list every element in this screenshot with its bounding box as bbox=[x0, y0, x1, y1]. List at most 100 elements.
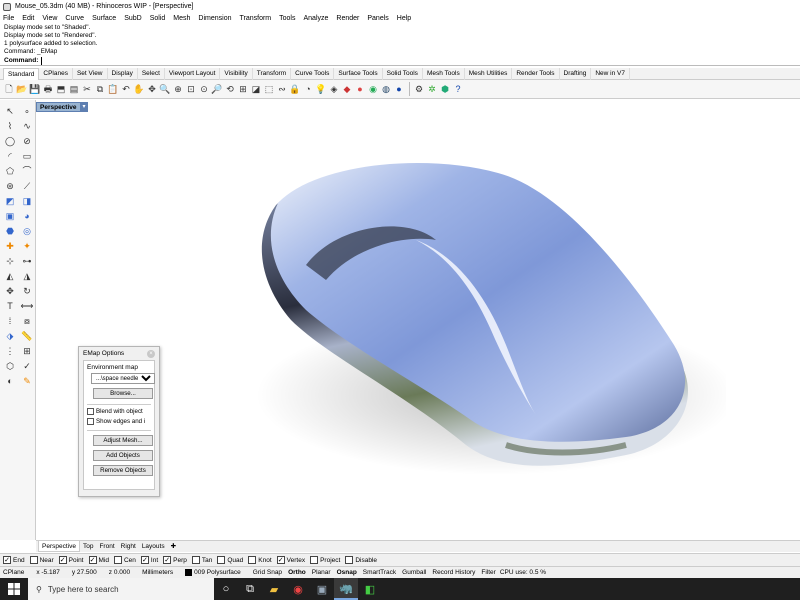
rendered-mode-icon[interactable]: ◉ bbox=[367, 83, 379, 95]
properties-icon[interactable]: ▤ bbox=[68, 83, 80, 95]
rotate-icon[interactable]: ↻ bbox=[20, 284, 34, 297]
cplane-icon[interactable]: ◪ bbox=[250, 83, 262, 95]
current-layer[interactable]: 009 Polysurface bbox=[185, 568, 241, 576]
import-icon[interactable]: ⬒ bbox=[55, 83, 67, 95]
osnap-vertex[interactable]: ✓ Vertex bbox=[276, 556, 305, 564]
environment-map-select[interactable]: ...\space needle... bbox=[91, 373, 155, 384]
chrome-mouse-model[interactable] bbox=[206, 145, 726, 505]
tab-cplanes[interactable]: CPlanes bbox=[39, 67, 73, 80]
osnap-project[interactable]: Project bbox=[310, 556, 340, 564]
planar-toggle[interactable]: Planar bbox=[312, 569, 331, 576]
checkbox-checked[interactable]: ✓ bbox=[58, 556, 67, 564]
chevron-down-icon[interactable]: ▾ bbox=[80, 102, 88, 112]
osnap-disable[interactable]: Disable bbox=[345, 556, 377, 564]
filter-toggle[interactable]: Filter bbox=[481, 569, 495, 576]
osnap-perp[interactable]: ✓ Perp bbox=[163, 556, 187, 564]
block-icon[interactable]: ⧇ bbox=[20, 314, 34, 327]
extrude-icon[interactable]: ◨ bbox=[20, 194, 34, 207]
checkbox-unchecked[interactable] bbox=[113, 556, 122, 564]
sphere-icon[interactable]: ◕ bbox=[20, 209, 34, 222]
osnap-near[interactable]: Near bbox=[29, 556, 54, 564]
osnap-knot[interactable]: Knot bbox=[248, 556, 272, 564]
tab-transform[interactable]: Transform bbox=[253, 67, 292, 80]
fillet-edge-icon[interactable]: ◭ bbox=[3, 269, 17, 282]
zoom-all-icon[interactable]: 🔎 bbox=[211, 83, 223, 95]
app-icon[interactable]: ▣ bbox=[310, 578, 334, 600]
rotate-view-icon[interactable]: ✥ bbox=[146, 83, 158, 95]
osnap-quad[interactable]: Quad bbox=[217, 556, 243, 564]
osnap-point[interactable]: ✓ Point bbox=[58, 556, 84, 564]
options-icon[interactable]: ⚙ bbox=[413, 83, 425, 95]
tab-render-tools[interactable]: Render Tools bbox=[512, 67, 560, 80]
osnap-tan[interactable]: Tan bbox=[191, 556, 212, 564]
viewport-tab-front[interactable]: Front bbox=[96, 541, 117, 552]
undo-icon[interactable]: ↶ bbox=[120, 83, 132, 95]
cplane-indicator[interactable]: CPlane bbox=[3, 569, 24, 576]
subd-icon[interactable]: ◎ bbox=[20, 224, 34, 237]
render-icon[interactable]: ⬡ bbox=[3, 359, 17, 372]
menu-edit[interactable]: Edit bbox=[22, 15, 34, 22]
menu-render[interactable]: Render bbox=[336, 15, 359, 22]
tab-drafting[interactable]: Drafting bbox=[560, 67, 592, 80]
dimension-icon[interactable]: ⟷ bbox=[20, 299, 34, 312]
viewport-tab-top[interactable]: Top bbox=[80, 541, 96, 552]
explode-icon[interactable]: ⊹ bbox=[3, 254, 17, 267]
pan-icon[interactable]: ✋ bbox=[133, 83, 145, 95]
checkbox-checked[interactable]: ✓ bbox=[276, 556, 285, 564]
osnap-int[interactable]: ✓ Int bbox=[140, 556, 158, 564]
lock-icon[interactable]: 🔒 bbox=[289, 83, 301, 95]
blend-with-object-checkbox[interactable]: Blend with object bbox=[87, 408, 151, 415]
smarttrack-toggle[interactable]: SmartTrack bbox=[363, 569, 396, 576]
tab-set-view[interactable]: Set View bbox=[73, 67, 108, 80]
open-file-icon[interactable]: 📂 bbox=[16, 83, 28, 95]
chrome-icon[interactable]: ◉ bbox=[286, 578, 310, 600]
new-file-icon[interactable]: 🗋 bbox=[3, 83, 15, 95]
menu-file[interactable]: File bbox=[3, 15, 14, 22]
color-wheel-icon[interactable]: ● bbox=[354, 83, 366, 95]
select-filter-icon[interactable]: ⬚ bbox=[263, 83, 275, 95]
move-icon[interactable]: ✥ bbox=[3, 284, 17, 297]
paste-icon[interactable]: 📋 bbox=[107, 83, 119, 95]
taskbar-search-box[interactable]: ⚲ Type here to search bbox=[28, 578, 214, 600]
trim-icon[interactable]: ⟋ bbox=[20, 179, 34, 192]
cut-icon[interactable]: ✂ bbox=[81, 83, 93, 95]
mesh-icon[interactable]: ⬣ bbox=[3, 224, 17, 237]
surface-icon[interactable]: ◩ bbox=[3, 194, 17, 207]
tab-mesh-utilities[interactable]: Mesh Utilities bbox=[465, 67, 513, 80]
copy-icon[interactable]: ⧉ bbox=[94, 83, 106, 95]
array-icon[interactable]: ⁞ bbox=[3, 314, 17, 327]
menu-curve[interactable]: Curve bbox=[65, 15, 84, 22]
grasshopper-icon[interactable]: ✲ bbox=[426, 83, 438, 95]
grid-icon[interactable]: ⋮ bbox=[3, 344, 17, 357]
viewport-tab-layouts[interactable]: Layouts bbox=[139, 541, 168, 552]
cortana-icon[interactable]: ○ bbox=[214, 578, 238, 600]
command-line[interactable]: Command: bbox=[0, 56, 800, 66]
units[interactable]: Millimeters bbox=[142, 569, 173, 576]
windows-start-icon[interactable] bbox=[0, 578, 28, 600]
menu-view[interactable]: View bbox=[42, 15, 57, 22]
polyline-icon[interactable]: ⌇ bbox=[3, 119, 17, 132]
hide-icon[interactable]: ◔ bbox=[302, 83, 314, 95]
checkbox-unchecked[interactable] bbox=[310, 556, 319, 564]
tab-display[interactable]: Display bbox=[108, 67, 138, 80]
save-icon[interactable]: 💾 bbox=[29, 83, 41, 95]
help-icon[interactable]: ? bbox=[452, 83, 464, 95]
tab-select[interactable]: Select bbox=[138, 67, 165, 80]
chamfer-icon[interactable]: ◮ bbox=[20, 269, 34, 282]
text-icon[interactable]: T bbox=[3, 299, 17, 312]
zoom-icon[interactable]: 🔍 bbox=[159, 83, 171, 95]
zoom-extents-icon[interactable]: ⊡ bbox=[185, 83, 197, 95]
osnap-cen[interactable]: Cen bbox=[113, 556, 136, 564]
menu-transform[interactable]: Transform bbox=[240, 15, 272, 22]
menu-panels[interactable]: Panels bbox=[367, 15, 388, 22]
boolean-icon[interactable]: ✚ bbox=[3, 239, 17, 252]
mesh-grid-icon[interactable]: ⊞ bbox=[20, 344, 34, 357]
select-arrow-icon[interactable]: ↖ bbox=[3, 104, 17, 117]
camtasia-icon[interactable]: ◧ bbox=[358, 578, 382, 600]
close-icon[interactable]: × bbox=[147, 349, 155, 358]
record-history-toggle[interactable]: Record History bbox=[432, 569, 475, 576]
menu-subd[interactable]: SubD bbox=[124, 15, 142, 22]
checkbox-unchecked[interactable] bbox=[248, 556, 257, 564]
menu-mesh[interactable]: Mesh bbox=[173, 15, 190, 22]
checkbox-unchecked[interactable] bbox=[217, 556, 226, 564]
